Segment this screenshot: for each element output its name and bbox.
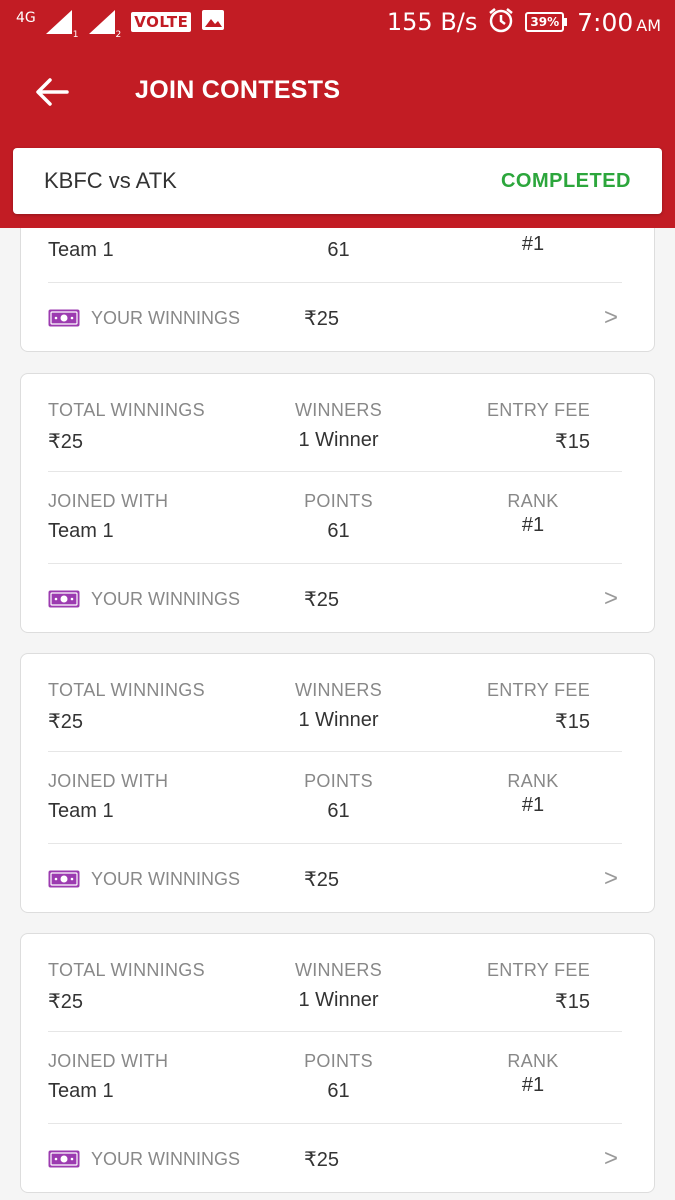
image-icon (201, 9, 225, 35)
chevron-right-icon[interactable]: > (604, 1145, 618, 1173)
entry-fee-value: ₹15 (555, 711, 590, 733)
network-speed: 155 B/s (386, 8, 478, 36)
your-winnings-value: ₹25 (304, 307, 339, 330)
match-name: KBFC vs ATK (44, 168, 177, 193)
match-status: COMPLETED (500, 169, 631, 192)
joined-team: Team 1 (48, 1080, 114, 1102)
entry-fee-label: ENTRY FEE (486, 400, 590, 420)
points-label: POINTS (304, 1051, 373, 1071)
divider (48, 1123, 622, 1124)
alarm-icon (487, 6, 515, 38)
contest-card-3[interactable]: TOTAL WINNINGS ₹25 WINNERS 1 Winner ENTR… (20, 653, 655, 913)
status-bar: 4G 1 2 VOLTE 155 B/s 39% 7:00 AM (0, 0, 675, 44)
your-winnings-value: ₹25 (304, 1148, 339, 1171)
divider (48, 1031, 622, 1032)
your-winnings-label: YOUR WINNINGS (91, 1148, 241, 1169)
contest-card-1[interactable]: TOTAL WINNINGS ₹25 WINNERS 1 Winner ENTR… (20, 228, 655, 352)
points-value: 61 (327, 800, 350, 822)
total-winnings-value: ₹25 (48, 711, 83, 733)
joined-with-label: JOINED WITH (48, 491, 169, 511)
joined-with-label: JOINED WITH (48, 228, 168, 231)
points-label: POINTS (304, 771, 373, 791)
clock: 7:00 AM (577, 7, 661, 37)
entry-fee-value: ₹15 (555, 991, 590, 1013)
divider (48, 563, 622, 564)
contest-list: TOTAL WINNINGS ₹25 WINNERS 1 Winner ENTR… (0, 228, 675, 1200)
joined-team: Team 1 (48, 239, 114, 261)
rank-value: #1 (521, 794, 545, 816)
winners-label: WINNERS (294, 960, 383, 980)
money-icon (48, 1150, 80, 1168)
chevron-right-icon[interactable]: > (604, 585, 618, 613)
chevron-right-icon[interactable]: > (604, 304, 618, 332)
joined-team: Team 1 (48, 520, 114, 542)
winners-value: 1 Winner (298, 989, 379, 1011)
points-label: POINTS (271, 228, 406, 231)
money-icon (48, 870, 80, 888)
joined-with-label: JOINED WITH (48, 1051, 169, 1071)
entry-fee-label: ENTRY FEE (486, 680, 590, 700)
your-winnings-label: YOUR WINNINGS (91, 588, 241, 609)
total-winnings-label: TOTAL WINNINGS (48, 400, 205, 420)
divider (48, 471, 622, 472)
contest-card-4[interactable]: TOTAL WINNINGS ₹25 WINNERS 1 Winner ENTR… (20, 933, 655, 1193)
your-winnings-label: YOUR WINNINGS (91, 307, 241, 328)
rank-label: RANK (507, 771, 559, 791)
joined-with-label: JOINED WITH (48, 771, 169, 791)
total-winnings-label: TOTAL WINNINGS (48, 680, 205, 700)
rank-label: RANK (507, 491, 559, 511)
back-button[interactable] (32, 72, 72, 112)
your-winnings-label: YOUR WINNINGS (91, 868, 241, 889)
battery-icon: 39% (525, 12, 568, 32)
your-winnings-value: ₹25 (304, 868, 339, 891)
signal-sim1-icon: 1 (45, 10, 79, 40)
entry-fee-label: ENTRY FEE (486, 960, 590, 980)
winners-value: 1 Winner (298, 709, 379, 731)
rank-label: RANK (507, 1051, 559, 1071)
your-winnings-value: ₹25 (304, 588, 339, 611)
network-type: 4G (16, 10, 36, 26)
total-winnings-label: TOTAL WINNINGS (48, 960, 205, 980)
points-value: 61 (327, 520, 350, 542)
page-title: JOIN CONTESTS (135, 76, 341, 104)
app-header: JOIN CONTESTS KBFC vs ATK COMPLETED (0, 44, 675, 228)
total-winnings-value: ₹25 (48, 991, 83, 1013)
volte-badge: VOLTE (131, 12, 192, 32)
rank-value: #1 (521, 514, 545, 536)
entry-fee-value: ₹15 (555, 431, 590, 453)
winners-label: WINNERS (294, 680, 383, 700)
rank-value: #1 (521, 1074, 545, 1096)
rank-label: RANK (483, 228, 583, 231)
total-winnings-value: ₹25 (48, 431, 83, 453)
contest-card-2[interactable]: TOTAL WINNINGS ₹25 WINNERS 1 Winner ENTR… (20, 373, 655, 633)
signal-sim2-icon: 2 (88, 10, 121, 40)
divider (48, 751, 622, 752)
divider (48, 282, 622, 283)
joined-team: Team 1 (48, 800, 114, 822)
points-label: POINTS (304, 491, 373, 511)
arrow-left-icon (36, 78, 69, 106)
money-icon (48, 309, 80, 327)
winners-label: WINNERS (294, 400, 383, 420)
money-icon (48, 590, 80, 608)
winners-value: 1 Winner (298, 429, 379, 451)
match-card: KBFC vs ATK COMPLETED (13, 148, 662, 214)
divider (48, 843, 622, 844)
chevron-right-icon[interactable]: > (604, 865, 618, 893)
rank-value: #1 (521, 233, 545, 255)
points-value: 61 (327, 239, 350, 261)
points-value: 61 (327, 1080, 350, 1102)
